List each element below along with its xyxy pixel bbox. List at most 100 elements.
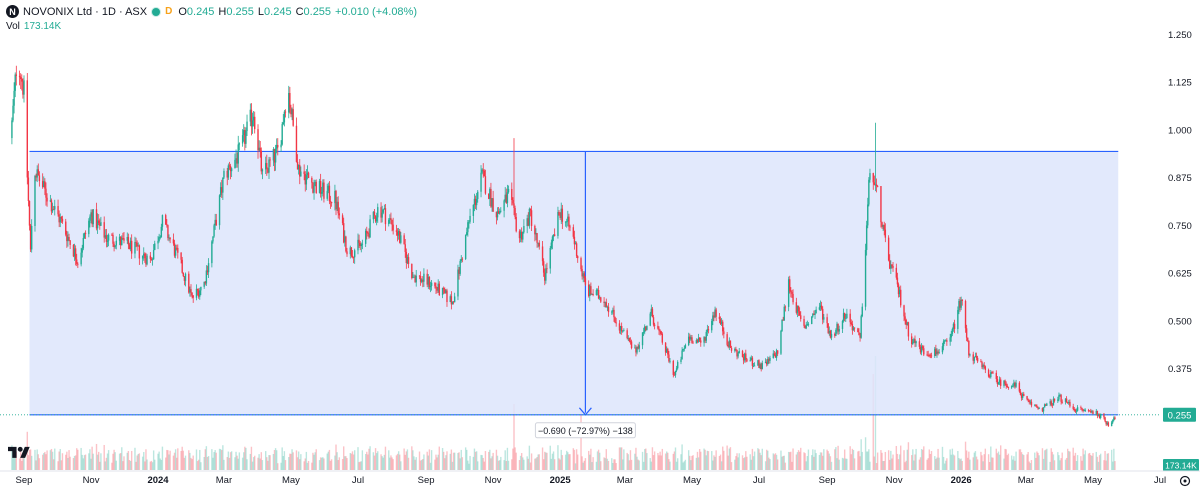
volume-bar — [523, 459, 525, 470]
candle-body — [691, 337, 693, 343]
candle-body — [404, 244, 406, 252]
candle-body — [172, 239, 175, 244]
candle-body — [268, 159, 270, 173]
candle-body — [672, 360, 674, 375]
candle — [250, 103, 253, 136]
candle-body — [961, 299, 963, 301]
candle-body — [261, 169, 264, 172]
candle-body — [658, 328, 660, 331]
candle-body — [811, 316, 813, 324]
candle-body — [1015, 382, 1017, 387]
candle-body — [891, 264, 893, 267]
candle-body — [522, 232, 524, 240]
candle-body — [18, 75, 21, 78]
candle-body — [382, 209, 384, 213]
candle-body — [613, 309, 615, 318]
candle — [464, 234, 467, 261]
candle-body — [614, 317, 616, 323]
volume-bar — [461, 457, 464, 470]
price-tick-label: 1.125 — [1168, 78, 1192, 89]
volume-bar — [607, 460, 610, 470]
candle-body — [780, 330, 782, 354]
candle-body — [61, 218, 64, 222]
volume-bar — [400, 461, 402, 470]
candle-body — [44, 181, 46, 189]
candle-body — [575, 243, 578, 257]
candle-body — [723, 331, 725, 335]
time-tick-label: Sep — [819, 475, 836, 486]
candle-body — [896, 277, 899, 285]
candle-body — [681, 350, 683, 360]
candle-body — [200, 286, 202, 291]
time-tick-label: 2025 — [550, 475, 572, 486]
candle-body — [892, 266, 894, 268]
candle-body — [946, 340, 948, 342]
volume-bar — [1053, 460, 1056, 470]
volume-bar — [69, 456, 71, 470]
volume-bar — [946, 458, 948, 470]
market-status-icon — [151, 6, 162, 17]
symbol-title[interactable]: NOVONIX Ltd · 1D · ASX — [23, 6, 147, 18]
open-value: 0.245 — [186, 5, 215, 18]
candle-body — [880, 186, 882, 223]
candle-body — [674, 370, 677, 376]
candle-body — [464, 235, 467, 260]
candle-body — [429, 285, 432, 288]
candle-body — [1004, 380, 1006, 384]
candle-body — [1075, 410, 1078, 412]
candle-body — [729, 340, 732, 348]
candle-body — [328, 185, 331, 202]
volume-label: Vol — [6, 21, 20, 32]
volume-bar — [323, 458, 325, 470]
volume-bar — [38, 458, 41, 470]
volume-bar — [1107, 453, 1110, 470]
volume-bar — [961, 460, 963, 470]
candle-body — [869, 173, 871, 180]
candle-body — [351, 255, 354, 257]
candle-body — [969, 354, 971, 356]
candle-body — [941, 346, 944, 353]
candle-body — [289, 93, 291, 108]
candle-body — [1030, 401, 1033, 406]
volume-bar — [246, 459, 248, 470]
candle — [218, 194, 221, 230]
volume-bar — [484, 451, 487, 470]
time-tick-label: Nov — [83, 475, 100, 486]
candle-body — [284, 111, 287, 113]
volume-bar — [392, 459, 394, 470]
candle-body — [241, 135, 244, 144]
volume-bar — [776, 459, 779, 470]
candle-body — [81, 248, 83, 253]
close-value: 0.255 — [303, 5, 332, 18]
candle-body — [411, 263, 413, 279]
volume-bar — [469, 455, 471, 470]
volume-bar — [692, 455, 694, 470]
time-tick-label: Mar — [1018, 475, 1034, 486]
candle-body — [845, 318, 847, 320]
candle-body — [820, 305, 823, 309]
candle-body — [642, 332, 645, 333]
candle-body — [251, 120, 254, 127]
candle-body — [684, 345, 687, 349]
price-tick-label: 0.625 — [1168, 269, 1192, 280]
candle-body — [107, 234, 110, 241]
candle-body — [884, 229, 887, 238]
symbol-logo-icon: N — [6, 5, 19, 18]
candle — [868, 177, 870, 207]
candle-body — [558, 212, 560, 216]
candle-body — [1026, 396, 1028, 400]
candle-body — [761, 363, 763, 370]
candle — [1107, 421, 1110, 427]
time-tick-label: May — [683, 475, 701, 486]
candle-body — [190, 289, 192, 293]
candle-body — [858, 332, 860, 336]
volume-bar — [538, 454, 540, 470]
volume-bar — [615, 463, 617, 470]
price-chart[interactable]: −0.690 (−72.97%) −138 1.250 1.125 1.000 0.8… — [0, 0, 1200, 489]
candle-body — [1005, 383, 1007, 386]
tradingview-logo-icon[interactable] — [8, 442, 30, 469]
candle-body — [850, 322, 852, 324]
candle — [780, 329, 782, 355]
candle — [11, 117, 13, 145]
volume-bar — [261, 460, 264, 470]
